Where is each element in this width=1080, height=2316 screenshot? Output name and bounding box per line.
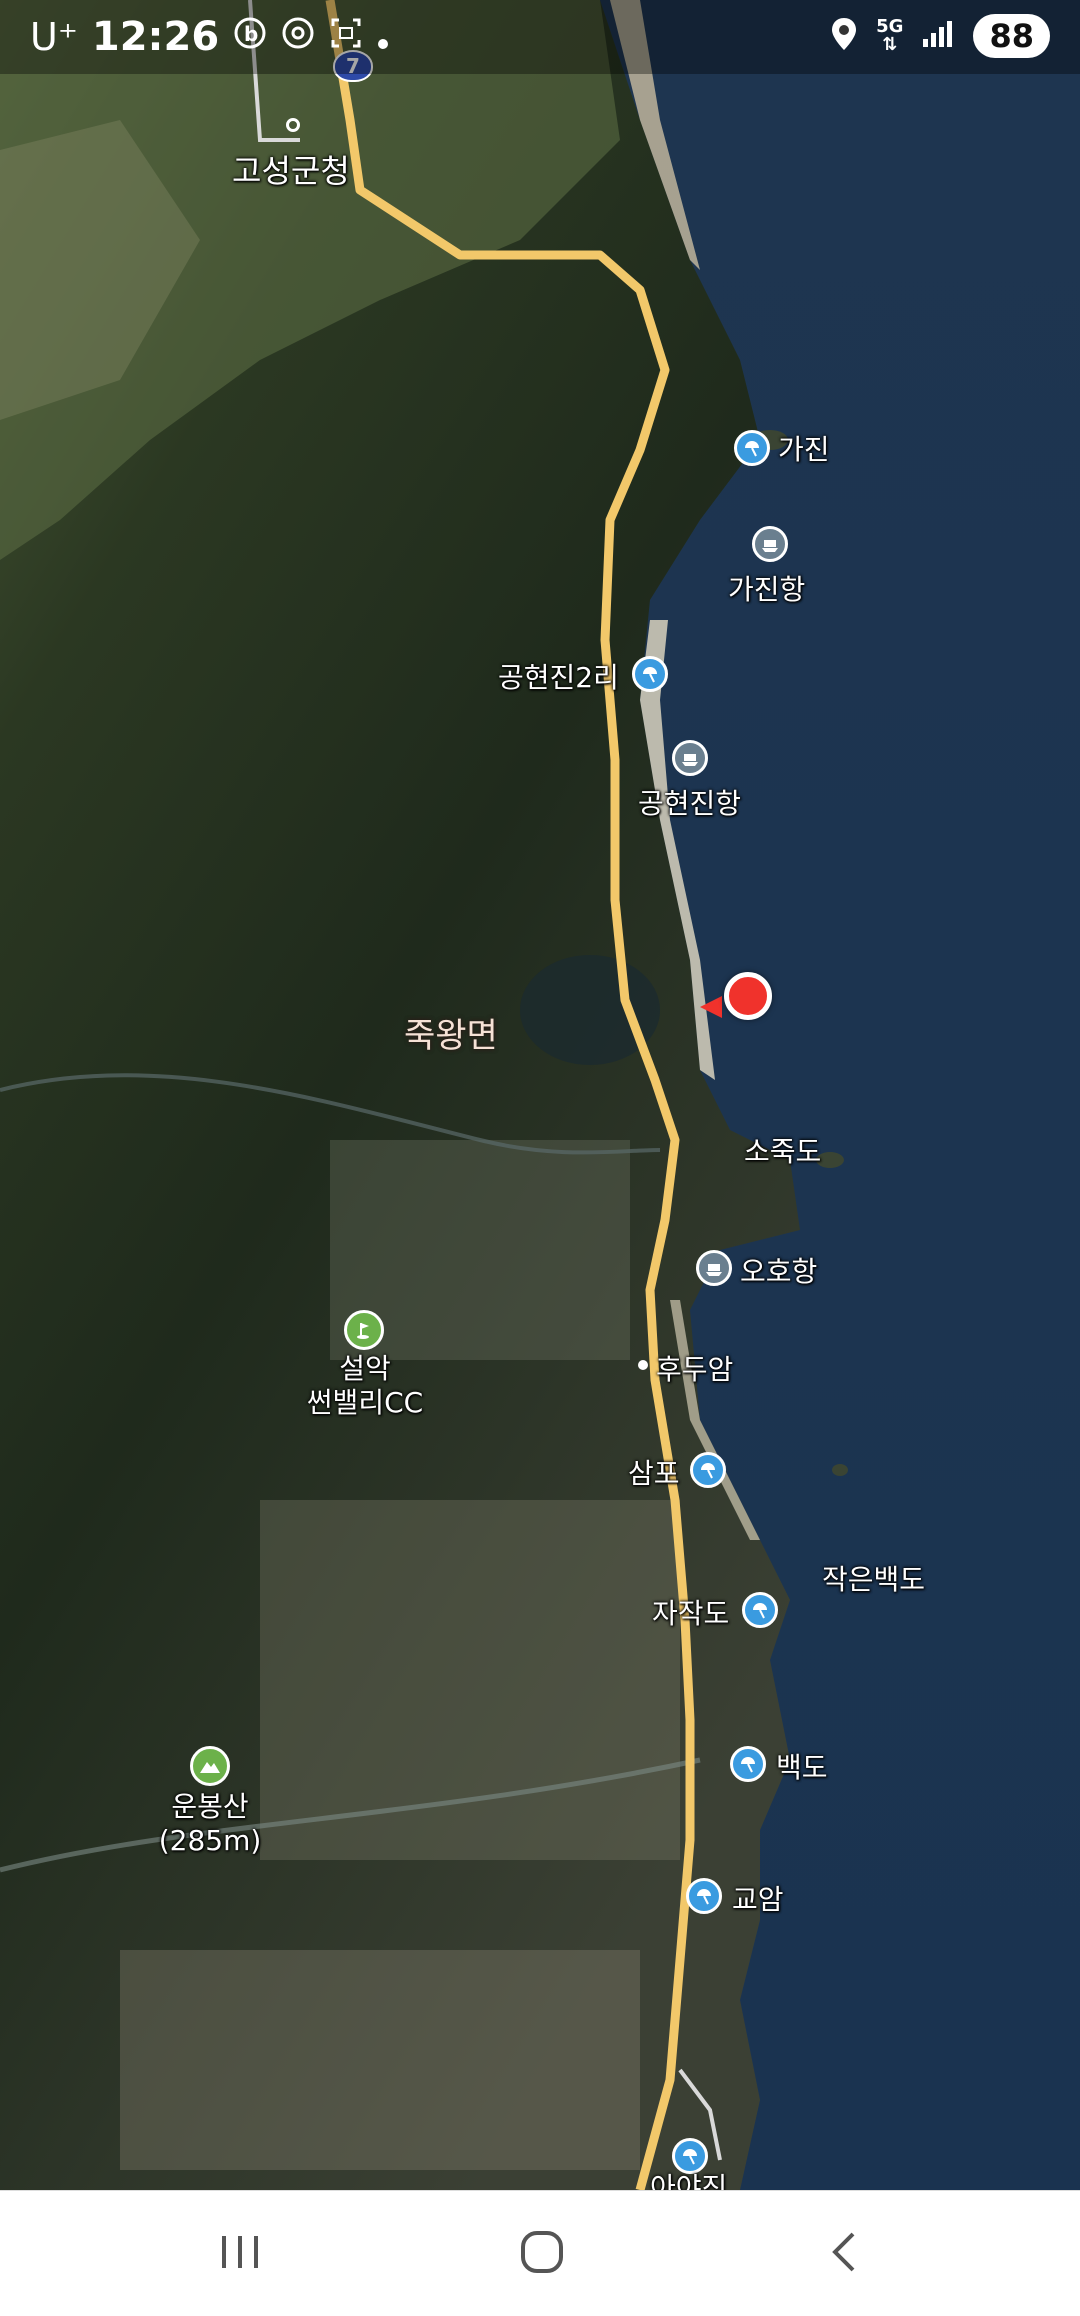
screenshot-icon [329,14,363,60]
beach-icon[interactable] [734,430,770,466]
mountain-label[interactable]: 운봉산 (285m) [150,1790,270,1858]
signal-icon [921,19,955,53]
place-label-sampo[interactable]: 삼포 [628,1452,680,1492]
screen: 7 고성군청 죽왕면 가진 가진항 공현진2리 공현진항 소죽도 오호항 후두암… [0,0,1080,2316]
place-label-oho-port[interactable]: 오호항 [740,1250,817,1290]
port-icon[interactable] [696,1250,732,1286]
recents-button[interactable] [180,2221,300,2287]
home-icon [520,2230,564,2278]
place-label-gajin-port[interactable]: 가진항 [728,568,805,608]
mountain-icon[interactable] [190,1746,230,1786]
golf-name-line2: 썬밸리CC [306,1386,424,1419]
home-button[interactable] [482,2221,602,2287]
svg-text:b: b [244,22,258,46]
data-arrows-icon: ⇅ [882,34,898,55]
place-label-gonghyeonjin2[interactable]: 공현진2리 [498,656,619,696]
beach-icon[interactable] [690,1452,726,1488]
status-left: U⁺ 12:26 b [30,14,389,60]
battery-indicator: 88 [973,14,1050,58]
county-office-marker[interactable] [286,118,300,132]
carrier-label: U⁺ [30,15,78,59]
heading-arrow [700,996,722,1018]
beach-icon[interactable] [632,656,668,692]
notification-dot-icon [377,14,389,60]
place-label-gajin[interactable]: 가진 [778,428,830,468]
place-label-baekdo[interactable]: 백도 [776,1746,828,1786]
place-label-hudueom[interactable]: 후두암 [656,1348,733,1388]
back-button[interactable] [784,2221,904,2287]
port-icon[interactable] [752,526,788,562]
port-icon[interactable] [672,740,708,776]
navigation-bar [0,2190,1080,2316]
county-office-label[interactable]: 고성군청 [232,146,350,192]
mountain-name: 운봉산 [171,1790,249,1823]
status-right: 5G ⇅ 88 [830,14,1050,58]
network-type: 5G ⇅ [876,18,903,54]
info-icon [281,14,315,60]
place-label-gyoam[interactable]: 교암 [732,1878,784,1918]
hudueom-marker[interactable] [638,1360,648,1370]
recents-icon [218,2232,262,2276]
location-icon [830,16,858,56]
beach-icon[interactable] [686,1878,722,1914]
place-label-jajakdo[interactable]: 자작도 [652,1592,729,1632]
golf-course-label[interactable]: 설악 썬밸리CC [300,1352,430,1420]
place-label-jageunbaekdo[interactable]: 작은백도 [822,1558,925,1598]
b-icon: b [233,14,267,60]
back-icon [829,2230,859,2278]
region-label: 죽왕면 [404,1016,498,1056]
golf-icon[interactable] [344,1310,384,1350]
clock: 12:26 [91,14,220,60]
satellite-map[interactable] [0,0,1080,2190]
beach-icon[interactable] [730,1746,766,1782]
place-label-sojukdo[interactable]: 소죽도 [744,1130,821,1170]
place-label-gonghyeonjin-port[interactable]: 공현진항 [638,782,741,822]
beach-icon[interactable] [742,1592,778,1628]
current-location-marker[interactable] [724,972,772,1020]
golf-name-line1: 설악 [339,1352,391,1385]
mountain-height: (285m) [158,1824,262,1857]
status-bar: U⁺ 12:26 b 5G ⇅ 88 [0,0,1080,74]
